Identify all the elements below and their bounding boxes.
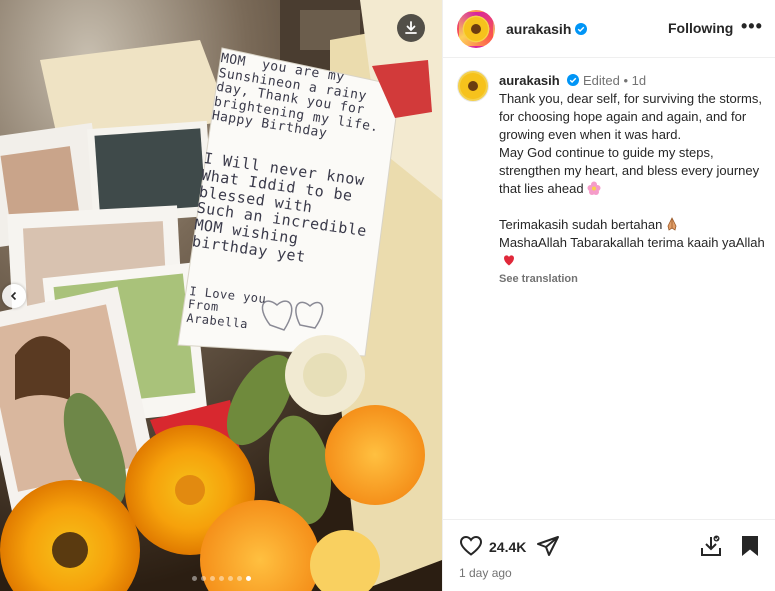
carousel-dot[interactable] bbox=[236, 576, 242, 581]
caption-text: Thank you, dear self, for surviving the … bbox=[499, 90, 769, 270]
post-actions: 24.4K 1 day ago bbox=[443, 519, 775, 591]
avatar[interactable] bbox=[457, 10, 495, 48]
red-heart-icon bbox=[504, 255, 514, 266]
verified-badge-icon bbox=[575, 22, 588, 35]
caption-line: Thank you, dear self, for surviving the … bbox=[499, 91, 762, 142]
verified-badge-icon bbox=[567, 74, 580, 86]
sunflower-icon bbox=[464, 16, 488, 41]
caption-avatar[interactable] bbox=[457, 70, 489, 102]
carousel-dot[interactable] bbox=[227, 576, 233, 581]
caption-meta: aurakasih Edited • 1d bbox=[499, 72, 769, 90]
following-button[interactable]: Following bbox=[668, 20, 733, 36]
note-text-bottom: I Love you From Arabella bbox=[185, 284, 267, 332]
carousel-dot[interactable] bbox=[209, 576, 215, 581]
carousel-dots bbox=[0, 576, 442, 581]
post-side-panel: aurakasih Following ••• aurakasih Edited… bbox=[442, 0, 775, 591]
post-header: aurakasih Following ••• bbox=[443, 0, 775, 58]
more-options-button[interactable]: ••• bbox=[741, 16, 763, 37]
caption-line: May God continue to guide my steps, stre… bbox=[499, 145, 760, 196]
post-timestamp: 1 day ago bbox=[459, 566, 512, 580]
caption-username[interactable]: aurakasih bbox=[499, 73, 560, 88]
carousel-dot[interactable] bbox=[191, 576, 197, 581]
likes-count[interactable]: 24.4K bbox=[489, 539, 526, 555]
paper-plane-icon[interactable] bbox=[536, 534, 560, 558]
carousel-prev-button[interactable] bbox=[2, 284, 26, 308]
download-icon[interactable] bbox=[699, 534, 723, 558]
username[interactable]: aurakasih bbox=[506, 21, 571, 37]
caption-line: Terimakasih sudah bertahan bbox=[499, 216, 769, 234]
see-translation-link[interactable]: See translation bbox=[499, 270, 769, 288]
carousel-dot[interactable] bbox=[200, 576, 206, 581]
heart-icon[interactable] bbox=[459, 534, 483, 558]
post-media[interactable]: MOM you are my Sunshineon a rainy day, T… bbox=[0, 0, 442, 591]
carousel-dot-active[interactable] bbox=[245, 576, 251, 581]
sunflower-icon bbox=[460, 73, 486, 99]
bookmark-icon[interactable] bbox=[739, 534, 761, 558]
post-age[interactable]: 1d bbox=[632, 73, 646, 88]
flower-icon bbox=[587, 181, 601, 195]
caption-line bbox=[499, 198, 769, 216]
chevron-left-icon bbox=[10, 291, 17, 301]
download-icon bbox=[405, 21, 417, 34]
edited-label: Edited bbox=[582, 73, 620, 88]
carousel-dot[interactable] bbox=[218, 576, 224, 581]
caption-line: MashaAllah Tabarakallah terima kaaih yaA… bbox=[499, 234, 769, 270]
caption-body: aurakasih Edited • 1d Thank you, dear se… bbox=[499, 72, 769, 288]
praying-hands-icon bbox=[667, 217, 677, 231]
meta-separator: • bbox=[623, 73, 629, 88]
download-media-button[interactable] bbox=[397, 14, 425, 42]
